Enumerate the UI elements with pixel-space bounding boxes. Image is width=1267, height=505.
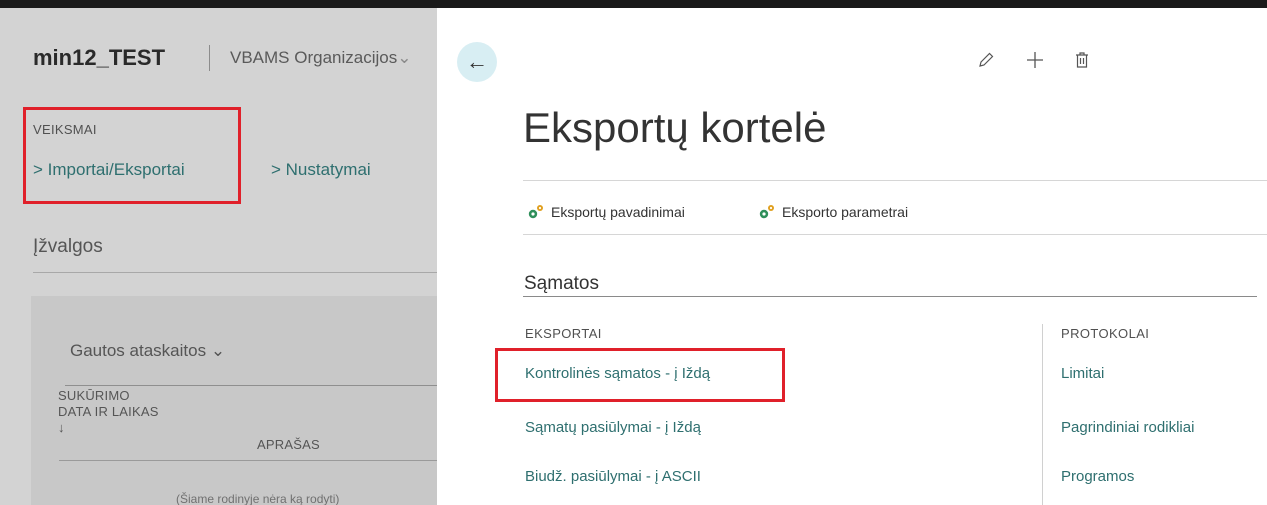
title-divider [523, 180, 1267, 181]
edit-button[interactable] [970, 44, 1002, 76]
column-header-created[interactable]: SUKŪRIMO DATA IR LAIKAS ↓ [58, 388, 159, 436]
page-title: Eksportų kortelė [523, 104, 827, 151]
company-separator [209, 45, 210, 71]
export-card-page: ← Eksportų kortelė Eksportų pavadinimai [437, 8, 1267, 505]
section-divider [523, 296, 1257, 297]
link-pagrindiniai-rodikliai[interactable]: Pagrindiniai rodikliai [1061, 419, 1194, 436]
organization-label: VBAMS Organizacijos [230, 48, 398, 67]
chevron-down-icon: ⌄ [397, 48, 412, 67]
link-biudz-pasiulymai[interactable]: Biudž. pasiūlymai - į ASCII [525, 468, 701, 485]
reports-part-title-label: Gautos ataskaitos [70, 341, 207, 360]
trash-icon [1076, 52, 1088, 68]
insights-title: Įžvalgos [33, 236, 103, 257]
reports-part-title[interactable]: Gautos ataskaitos ⌄ [70, 341, 225, 361]
action-eksporto-parametrai[interactable]: Eksporto parametrai [757, 202, 908, 222]
table-header-divider [59, 460, 437, 461]
column-header-description[interactable]: APRAŠAS [257, 437, 320, 452]
group-header-protokolai: PROTOKOLAI [1061, 326, 1150, 341]
window-top-bar [0, 0, 1267, 8]
action-nustatymai[interactable]: > Nustatymai [271, 160, 371, 180]
gears-icon [759, 205, 774, 219]
actions-divider [523, 234, 1267, 235]
delete-button[interactable] [1066, 44, 1098, 76]
action-eksportu-pavadinimai[interactable]: Eksportų pavadinimai [526, 202, 685, 222]
empty-table-message: (Šiame rodinyje nėra ką rodyti) [176, 492, 340, 505]
link-limitai[interactable]: Limitai [1061, 365, 1104, 382]
background-role-center: min12_TEST VBAMS Organizacijos⌄ VEIKSMAI… [0, 8, 437, 505]
gears-icon [528, 205, 543, 219]
pencil-icon [979, 52, 994, 67]
link-programos[interactable]: Programos [1061, 468, 1134, 485]
action-label: Eksporto parametrai [782, 204, 909, 220]
reports-part-divider [65, 385, 437, 386]
plus-icon [1027, 52, 1043, 68]
new-button[interactable] [1019, 44, 1051, 76]
organization-menu[interactable]: VBAMS Organizacijos⌄ [230, 48, 411, 68]
back-button[interactable]: ← [457, 42, 497, 82]
highlight-box-kontrolines [495, 348, 785, 402]
reports-part: Gautos ataskaitos ⌄ SUKŪRIMO DATA IR LAI… [31, 296, 437, 505]
action-label: Eksportų pavadinimai [551, 204, 685, 220]
section-title-samatos[interactable]: Sąmatos [524, 273, 599, 295]
company-name[interactable]: min12_TEST [33, 45, 165, 71]
group-header-eksportai: EKSPORTAI [525, 326, 602, 341]
link-samatu-pasiulymai[interactable]: Sąmatų pasiūlymai - į Iždą [525, 419, 701, 436]
chevron-down-icon: ⌄ [210, 341, 226, 360]
arrow-left-icon: ← [466, 49, 488, 74]
group-divider [1042, 324, 1043, 505]
highlight-box-actions [23, 107, 241, 204]
insights-divider [33, 272, 437, 273]
